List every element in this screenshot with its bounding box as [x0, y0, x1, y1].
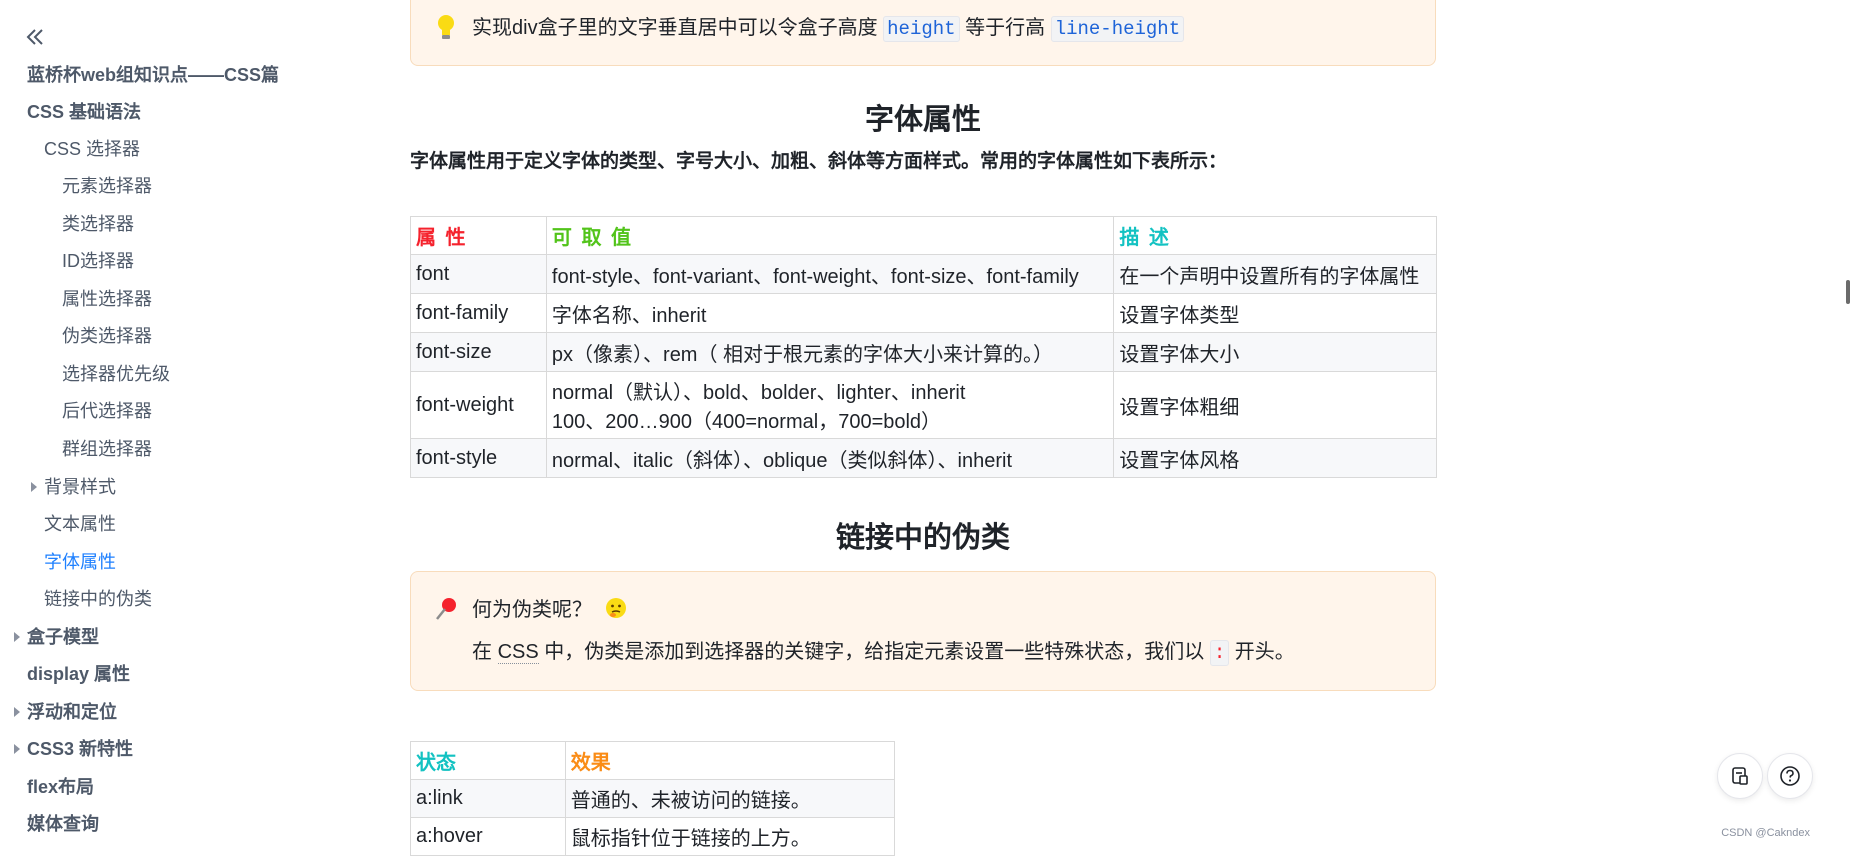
help-icon	[1780, 766, 1800, 786]
note-icon	[1732, 767, 1748, 785]
pushpin-icon	[436, 598, 456, 620]
toc-item-element-selector[interactable]: 元素选择器	[62, 171, 152, 201]
table-cell: 设置字体类型	[1113, 293, 1437, 333]
table-cell: px（像素）、rem（ 相对于根元素的字体大小来计算的。）	[545, 332, 1115, 372]
table-header-row: 状态 效果	[410, 741, 896, 780]
definition-text-part: 中，伪类是添加到选择器的关键字，给指定元素设置一些特殊状态，我们以	[544, 641, 1205, 663]
table-row: a:hover 鼠标指针位于链接的上方。	[410, 817, 896, 856]
table-cell: 设置字体大小	[1113, 332, 1437, 372]
toc-item-media-query[interactable]: 媒体查询	[27, 809, 99, 839]
toc-item-float-position[interactable]: 浮动和定位	[27, 697, 117, 727]
article-content: 实现div盒子里的文字垂直居中可以令盒子高度 height 等于行高 line-…	[410, 0, 1437, 856]
toc-item-box-model[interactable]: 盒子模型	[27, 622, 99, 652]
toc-item-css-selectors[interactable]: CSS 选择器	[44, 134, 140, 164]
pseudo-class-definition: 在 CSS 中，伪类是添加到选择器的关键字，给指定元素设置一些特殊状态，我们以 …	[472, 638, 1295, 667]
toc-item-text-properties[interactable]: 文本属性	[44, 509, 116, 539]
table-cell: font-style、font-variant、font-weight、font…	[545, 254, 1115, 294]
table-cell: font-weight	[410, 371, 547, 439]
note-button[interactable]	[1717, 753, 1763, 799]
thinking-face-icon	[605, 598, 626, 618]
table-row: font font-style、font-variant、font-weight…	[410, 254, 1437, 294]
table-row: font-weight normal（默认）、bold、bolder、light…	[410, 371, 1437, 439]
help-button[interactable]	[1767, 753, 1813, 799]
inline-code-colon: :	[1209, 640, 1230, 666]
table-cell: font-family	[410, 293, 547, 333]
toc-item-title[interactable]: 蓝桥杯web组知识点——CSS篇	[27, 60, 279, 90]
table-cell: a:link	[410, 779, 566, 818]
tip-text-part: 等于行高	[965, 17, 1046, 39]
inline-code-line-height: line-height	[1050, 16, 1185, 42]
table-row: font-style normal、italic（斜体）、oblique（类似斜…	[410, 438, 1437, 478]
toc-item-group-selector[interactable]: 群组选择器	[62, 434, 152, 464]
toc-item-id-selector[interactable]: ID选择器	[62, 246, 134, 276]
watermark: CSDN @Cakndex	[1721, 827, 1810, 839]
inline-code-height: height	[883, 16, 960, 42]
caret-right-icon[interactable]	[14, 632, 20, 642]
table-row: font-family 字体名称、inherit 设置字体类型	[410, 293, 1437, 333]
table-cell: 普通的、未被访问的链接。	[564, 779, 896, 818]
table-cell: font	[410, 254, 547, 294]
toc-item-flex[interactable]: flex布局	[27, 772, 94, 802]
toc-item-attribute-selector[interactable]: 属性选择器	[62, 284, 152, 314]
table-cell-line: normal（默认）、bold、bolder、lighter、inherit	[551, 382, 966, 404]
table-cell: font-style	[410, 438, 547, 478]
table-cell: 设置字体风格	[1113, 438, 1437, 478]
table-header-cell: 效果	[564, 741, 896, 780]
table-cell-line: 100、200…900（400=normal，700=bold）	[551, 411, 942, 433]
table-cell: 鼠标指针位于链接的上方。	[564, 817, 896, 856]
toc-item-background[interactable]: 背景样式	[44, 472, 116, 502]
table-header-cell: 状态	[410, 741, 566, 780]
toc-item-descendant-selector[interactable]: 后代选择器	[62, 396, 152, 426]
table-cell: 字体名称、inherit	[545, 293, 1115, 333]
caret-right-icon[interactable]	[31, 482, 37, 492]
tip-text-part: 实现div盒子里的文字垂直居中可以令盒子高度	[472, 17, 878, 39]
section-heading-font: 字体属性	[864, 104, 981, 136]
table-row: font-size px（像素）、rem（ 相对于根元素的字体大小来计算的。） …	[410, 332, 1437, 372]
table-cell: 设置字体粗细	[1113, 371, 1437, 439]
double-chevron-left-icon[interactable]	[24, 26, 46, 48]
font-section-lead: 字体属性用于定义字体的类型、字号大小、加粗、斜体等方面样式。常用的字体属性如下表…	[410, 151, 1228, 172]
pseudo-class-question: 何为伪类呢？	[472, 596, 628, 624]
table-row: a:link 普通的、未被访问的链接。	[410, 779, 896, 818]
table-cell: normal（默认）、bold、bolder、lighter、inherit 1…	[545, 371, 1115, 439]
definition-text-part: 在	[472, 641, 492, 663]
question-text: 何为伪类呢？	[472, 599, 592, 621]
lightbulb-icon	[438, 15, 454, 39]
table-cell: font-size	[410, 332, 547, 372]
table-cell: a:hover	[410, 817, 566, 856]
table-header-cell: 可 取 值	[545, 216, 1115, 255]
table-cell: 在一个声明中设置所有的字体属性	[1113, 254, 1437, 294]
caret-right-icon[interactable]	[14, 744, 20, 754]
definition-text-part: 开头。	[1234, 641, 1295, 663]
toc-item-css-basic-syntax[interactable]: CSS 基础语法	[27, 97, 141, 127]
toc-item-css3-features[interactable]: CSS3 新特性	[27, 734, 133, 764]
tip-callout: 实现div盒子里的文字垂直居中可以令盒子高度 height 等于行高 line-…	[410, 0, 1436, 66]
pseudo-class-callout: 何为伪类呢？ 在 CSS 中，伪类是添加到选择器的关键字，给指定元素设置一些特殊…	[410, 571, 1436, 691]
tip-text: 实现div盒子里的文字垂直居中可以令盒子高度 height 等于行高 line-…	[472, 15, 1185, 42]
sidebar-toc: 蓝桥杯web组知识点——CSS篇 CSS 基础语法 CSS 选择器 元素选择器 …	[0, 0, 360, 848]
toc-item-link-pseudo-classes[interactable]: 链接中的伪类	[44, 584, 152, 614]
caret-right-icon[interactable]	[14, 707, 20, 717]
table-header-cell: 属 性	[410, 216, 547, 255]
css-abbr: CSS	[497, 641, 539, 664]
table-header-row: 属 性 可 取 值 描 述	[410, 216, 1437, 255]
font-properties-table: 属 性 可 取 值 描 述 font font-style、font-varia…	[410, 216, 1437, 478]
toc-item-class-selector[interactable]: 类选择器	[62, 209, 134, 239]
toc-item-selector-priority[interactable]: 选择器优先级	[62, 359, 170, 389]
toc-item-display[interactable]: display 属性	[27, 659, 130, 689]
toc-item-font-properties[interactable]: 字体属性	[44, 547, 116, 577]
toc-item-pseudo-class-selector[interactable]: 伪类选择器	[62, 321, 152, 351]
link-states-table: 状态 效果 a:link 普通的、未被访问的链接。 a:hover 鼠标指针位于…	[410, 741, 896, 856]
scrollbar-thumb[interactable]	[1846, 280, 1850, 304]
table-header-cell: 描 述	[1113, 216, 1437, 255]
table-cell: normal、italic（斜体）、oblique（类似斜体）、inherit	[545, 438, 1115, 478]
section-heading-link-pseudo: 链接中的伪类	[835, 522, 1010, 554]
